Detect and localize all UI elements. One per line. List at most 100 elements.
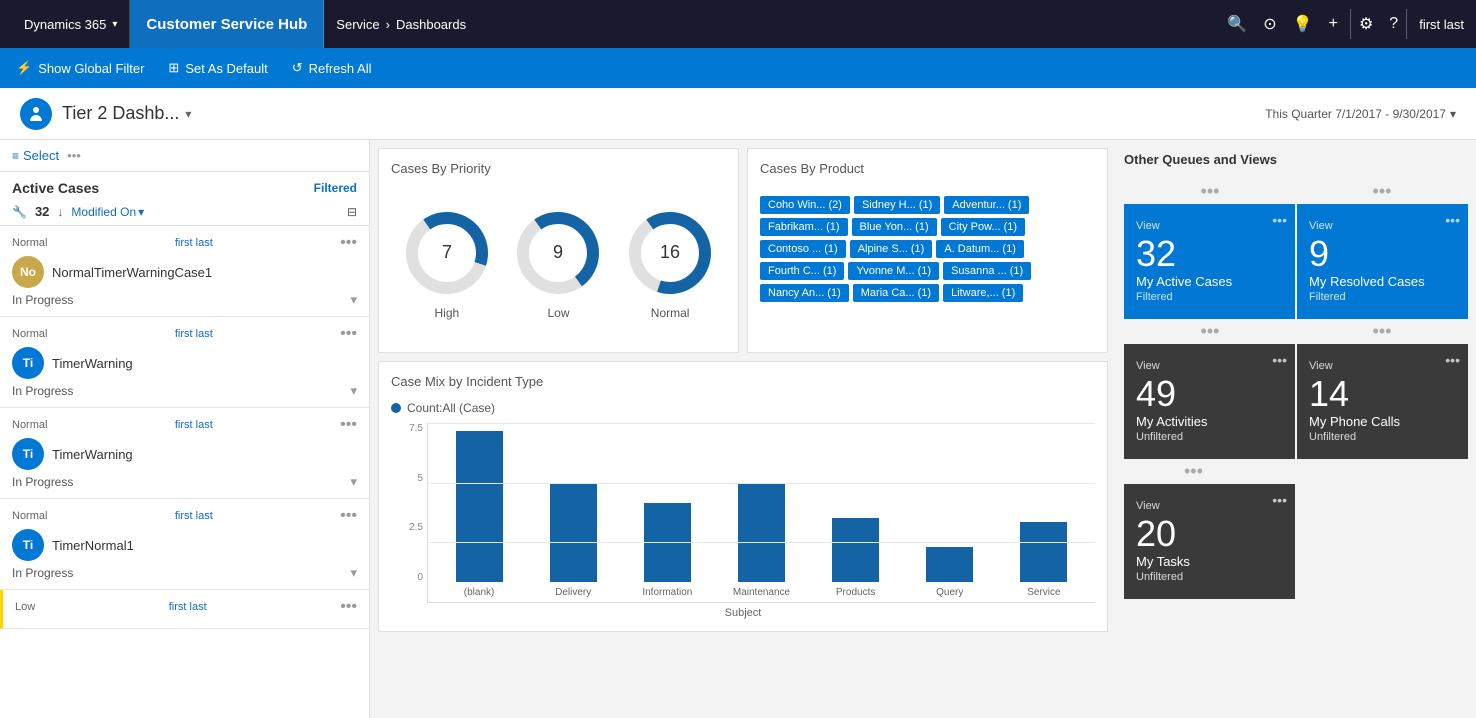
case-priority: Normal	[12, 237, 47, 249]
show-global-filter-btn[interactable]: ⚡ Show Global Filter	[16, 60, 144, 76]
card-more-icon[interactable]: •••	[1272, 212, 1287, 228]
sub-navigation: ⚡ Show Global Filter ⊞ Set As Default ↺ …	[0, 48, 1476, 88]
product-tag[interactable]: Susanna ... (1)	[943, 262, 1031, 280]
product-tag[interactable]: Contoso ... (1)	[760, 240, 846, 258]
x-label: Products	[809, 587, 903, 598]
help-icon[interactable]: 💡	[1293, 14, 1313, 34]
case-more-icon[interactable]: •••	[340, 234, 357, 252]
product-tag[interactable]: Alpine S... (1)	[850, 240, 933, 258]
grid-line	[428, 423, 1095, 424]
grid-line	[428, 542, 1095, 543]
case-priority: Normal	[12, 419, 47, 431]
case-avatar: Ti	[12, 529, 44, 561]
product-tag[interactable]: Nancy An... (1)	[760, 284, 849, 302]
card-more-icon[interactable]: •••	[1272, 352, 1287, 368]
customer-service-hub-nav[interactable]: Customer Service Hub	[130, 0, 324, 48]
product-tag[interactable]: Coho Win... (2)	[760, 196, 850, 214]
product-tag[interactable]: City Pow... (1)	[941, 218, 1025, 236]
case-more-icon[interactable]: •••	[340, 416, 357, 434]
select-button[interactable]: ≡ Select	[12, 148, 59, 163]
cards-row-3: View ••• 20 My Tasks Unfiltered	[1124, 484, 1468, 599]
refresh-all-label: Refresh All	[309, 61, 372, 76]
dashboard-title-text: Tier 2 Dashb...	[62, 103, 179, 124]
case-more-icon[interactable]: •••	[340, 325, 357, 343]
user-menu[interactable]: first last	[1407, 17, 1464, 32]
breadcrumb-separator: ›	[386, 17, 390, 32]
date-range[interactable]: This Quarter 7/1/2017 - 9/30/2017 ▾	[1265, 107, 1456, 121]
my-activities-card[interactable]: View ••• 49 My Activities Unfiltered	[1124, 344, 1295, 459]
filter-icon: ⚡	[16, 60, 32, 76]
sort-arrow-icon[interactable]: ↓	[57, 205, 63, 219]
refresh-icon: ↺	[292, 60, 303, 76]
case-title: NormalTimerWarningCase1	[52, 265, 212, 280]
activities-label: My Activities	[1136, 414, 1208, 429]
filtered-badge: Filtered	[314, 181, 357, 195]
my-active-cases-card[interactable]: View ••• 32 My Active Cases Filtered	[1124, 204, 1295, 319]
product-tag[interactable]: Blue Yon... (1)	[852, 218, 937, 236]
breadcrumb-dashboards[interactable]: Dashboards	[396, 17, 466, 32]
case-expand-icon[interactable]: ▾	[350, 383, 357, 399]
case-expand-icon[interactable]: ▾	[350, 474, 357, 490]
activities-number: 49	[1136, 376, 1176, 412]
phone-calls-label: My Phone Calls	[1309, 414, 1400, 429]
toolbar-more-icon[interactable]: •••	[67, 148, 81, 163]
case-item[interactable]: Normal first last ••• Ti TimerWarning In…	[0, 317, 369, 408]
dashboard-icon	[20, 98, 52, 130]
set-as-default-btn[interactable]: ⊞ Set As Default	[168, 60, 267, 76]
card-more-icon[interactable]: •••	[1445, 352, 1460, 368]
sort-field-btn[interactable]: Modified On ▾	[71, 205, 144, 219]
breadcrumb-service[interactable]: Service	[336, 17, 379, 32]
main-layout: ≡ Select ••• Active Cases Filtered 🔧 32 …	[0, 140, 1476, 718]
question-icon[interactable]: ?	[1381, 15, 1406, 33]
case-item[interactable]: Normal first last ••• No NormalTimerWarn…	[0, 226, 369, 317]
x-label: Information	[620, 587, 714, 598]
search-icon[interactable]: 🔍	[1227, 14, 1247, 34]
case-owner: first last	[175, 419, 213, 431]
svg-text:7: 7	[442, 242, 452, 262]
add-icon[interactable]: +	[1329, 15, 1338, 33]
settings-icon[interactable]: ⚙	[1351, 14, 1381, 34]
case-item[interactable]: Normal first last ••• Ti TimerWarning In…	[0, 408, 369, 499]
recent-icon[interactable]: ⊙	[1263, 14, 1276, 34]
svg-text:16: 16	[660, 242, 680, 262]
date-range-chevron: ▾	[1450, 107, 1456, 121]
my-tasks-card[interactable]: View ••• 20 My Tasks Unfiltered	[1124, 484, 1295, 599]
bar	[456, 431, 503, 582]
separator-dots-5: •••	[1184, 461, 1203, 482]
case-priority: Normal	[12, 510, 47, 522]
card-more-icon[interactable]: •••	[1445, 212, 1460, 228]
y-label: 0	[391, 572, 423, 583]
product-tag[interactable]: Yvonne M... (1)	[848, 262, 939, 280]
case-expand-icon[interactable]: ▾	[350, 565, 357, 581]
right-panel: Other Queues and Views ••• ••• View ••• …	[1116, 140, 1476, 718]
case-more-icon[interactable]: •••	[340, 598, 357, 616]
case-more-icon[interactable]: •••	[340, 507, 357, 525]
product-tag[interactable]: Fabrikam... (1)	[760, 218, 848, 236]
x-label: Service	[997, 587, 1091, 598]
my-phone-calls-card[interactable]: View ••• 14 My Phone Calls Unfiltered	[1297, 344, 1468, 459]
refresh-all-btn[interactable]: ↺ Refresh All	[292, 60, 372, 76]
view-toggle-icon[interactable]: ⊟	[347, 205, 357, 219]
bar	[1020, 522, 1067, 582]
case-title: TimerNormal1	[52, 538, 134, 553]
my-resolved-cases-card[interactable]: View ••• 9 My Resolved Cases Filtered	[1297, 204, 1468, 319]
case-status: In Progress	[12, 566, 73, 580]
dashboard-title[interactable]: Tier 2 Dashb... ▾	[62, 103, 191, 124]
default-icon: ⊞	[168, 60, 179, 76]
case-item[interactable]: Normal first last ••• Ti TimerNormal1 In…	[0, 499, 369, 590]
case-expand-icon[interactable]: ▾	[350, 292, 357, 308]
product-tag[interactable]: Adventur... (1)	[944, 196, 1029, 214]
case-item[interactable]: Low first last •••	[0, 590, 369, 629]
cases-by-product-title: Cases By Product	[760, 161, 1095, 176]
product-tag[interactable]: Maria Ca... (1)	[853, 284, 939, 302]
dashboard-dropdown-icon: ▾	[185, 107, 191, 121]
product-tag[interactable]: A. Datum... (1)	[936, 240, 1024, 258]
product-tag[interactable]: Fourth C... (1)	[760, 262, 844, 280]
left-panel: ≡ Select ••• Active Cases Filtered 🔧 32 …	[0, 140, 370, 718]
product-tag[interactable]: Sidney H... (1)	[854, 196, 940, 214]
dynamics365-nav[interactable]: Dynamics 365 ▾	[12, 0, 130, 48]
product-tag[interactable]: Litware,... (1)	[943, 284, 1023, 302]
separator-dots-1: •••	[1201, 181, 1220, 202]
hub-label: Customer Service Hub	[146, 16, 307, 33]
card-more-icon[interactable]: •••	[1272, 492, 1287, 508]
